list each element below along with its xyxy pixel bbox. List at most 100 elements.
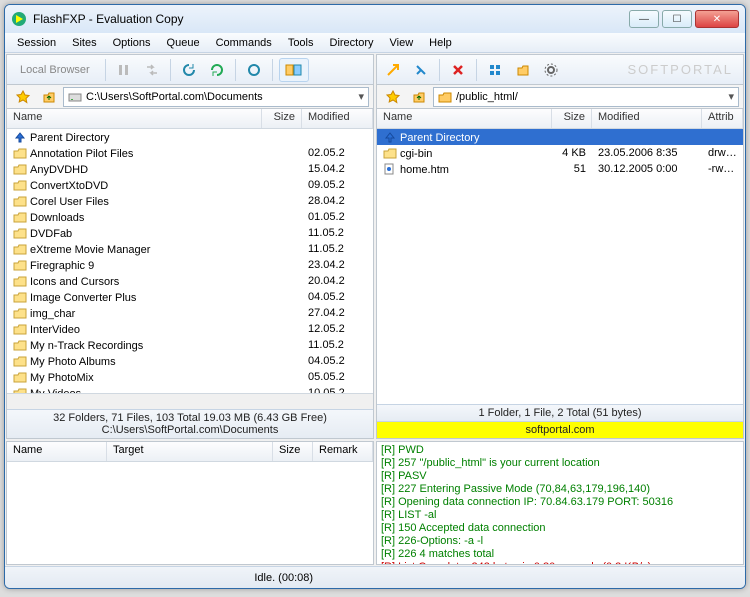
list-item[interactable]: img_char27.04.2 [7, 305, 373, 321]
menu-view[interactable]: View [382, 35, 422, 51]
list-item[interactable]: DVDFab11.05.2 [7, 225, 373, 241]
chevron-down-icon[interactable]: ▾ [358, 90, 364, 103]
window-title: FlashFXP - Evaluation Copy [33, 12, 626, 26]
refresh-right-icon[interactable] [205, 58, 229, 82]
list-item[interactable]: My Photo Albums04.05.2 [7, 353, 373, 369]
log-pane: [R] PWD[R] 257 "/public_html" is your cu… [376, 441, 744, 565]
col-size-r[interactable]: Size [552, 109, 592, 128]
col-name[interactable]: Name [7, 109, 262, 128]
compare-icon[interactable] [279, 58, 309, 82]
remote-toolbar: SOFTPORTAL [377, 55, 743, 85]
qcol-target[interactable]: Target [107, 442, 273, 461]
footer-idle: Idle. (00:08) [254, 572, 495, 584]
app-icon [11, 11, 27, 27]
list-item[interactable]: Icons and Cursors20.04.2 [7, 273, 373, 289]
list-item[interactable]: My n-Track Recordings11.05.2 [7, 337, 373, 353]
view-list-icon[interactable] [483, 58, 507, 82]
up-folder-icon[interactable] [37, 85, 61, 109]
menu-session[interactable]: Session [9, 35, 64, 51]
col-modified[interactable]: Modified [302, 109, 373, 128]
abort-icon[interactable] [446, 58, 470, 82]
drive-icon [68, 91, 82, 103]
remote-status1: 1 Folder, 1 File, 2 Total (51 bytes) [377, 404, 743, 421]
log-line: [R] 257 "/public_html" is your current l… [381, 457, 739, 470]
favorite-icon[interactable] [11, 85, 35, 109]
list-item[interactable]: Downloads01.05.2 [7, 209, 373, 225]
local-path-text: C:\Users\SoftPortal.com\Documents [86, 91, 263, 103]
col-size[interactable]: Size [262, 109, 302, 128]
newfolder-icon[interactable] [511, 58, 535, 82]
log-line: [R] LIST -al [381, 509, 739, 522]
watermark: SOFTPORTAL [567, 62, 739, 77]
refresh-left-icon[interactable] [177, 58, 201, 82]
log-line: [R] 226-Options: -a -l [381, 535, 739, 548]
list-item[interactable]: InterVideo12.05.2 [7, 321, 373, 337]
log-line: [R] PWD [381, 444, 739, 457]
up-remote-icon[interactable] [407, 85, 431, 109]
list-item[interactable]: cgi-bin4 KB23.05.2006 8:35drwxr-xr-x [377, 145, 743, 161]
list-item[interactable]: home.htm5130.12.2005 0:00-rw-r--r-- [377, 161, 743, 177]
local-status-line2: C:\Users\SoftPortal.com\Documents [13, 424, 367, 436]
titlebar[interactable]: FlashFXP - Evaluation Copy — ☐ ✕ [5, 5, 745, 33]
col-attrib-r[interactable]: Attrib [702, 109, 743, 128]
local-browser-button[interactable]: Local Browser [11, 58, 99, 82]
queue-header: Name Target Size Remark [7, 442, 373, 462]
maximize-button[interactable]: ☐ [662, 10, 692, 28]
list-item[interactable]: Image Converter Plus04.05.2 [7, 289, 373, 305]
log-line: [R] 227 Entering Passive Mode (70,84,63,… [381, 483, 739, 496]
list-item[interactable]: Corel User Files28.04.2 [7, 193, 373, 209]
parent-dir-row[interactable]: Parent Directory [377, 129, 743, 145]
local-list-header: Name Size Modified [7, 109, 373, 129]
log-line: [R] 226 4 matches total [381, 548, 739, 561]
remote-path-combo[interactable]: /public_html/ ▾ [433, 87, 739, 107]
local-file-list[interactable]: Parent DirectoryAnnotation Pilot Files02… [7, 129, 373, 393]
col-name-r[interactable]: Name [377, 109, 552, 128]
list-item[interactable]: My PhotoMix05.05.2 [7, 369, 373, 385]
remote-list-header: Name Size Modified Attrib [377, 109, 743, 129]
list-item[interactable]: My Videos10.05.2 [7, 385, 373, 393]
menu-commands[interactable]: Commands [208, 35, 280, 51]
menu-queue[interactable]: Queue [159, 35, 208, 51]
remote-path-text: /public_html/ [456, 91, 518, 103]
menu-options[interactable]: Options [105, 35, 159, 51]
pause-icon[interactable] [112, 58, 136, 82]
list-item[interactable]: eXtreme Movie Manager11.05.2 [7, 241, 373, 257]
menu-sites[interactable]: Sites [64, 35, 104, 51]
menu-help[interactable]: Help [421, 35, 460, 51]
remote-pane: SOFTPORTAL /public_html/ ▾ Name Size Mod… [376, 54, 744, 439]
local-path-combo[interactable]: C:\Users\SoftPortal.com\Documents ▾ [63, 87, 369, 107]
sync-icon[interactable] [242, 58, 266, 82]
list-item[interactable]: Annotation Pilot Files02.05.2 [7, 145, 373, 161]
chevron-down-remote-icon[interactable]: ▾ [728, 90, 734, 103]
col-modified-r[interactable]: Modified [592, 109, 702, 128]
favorite-remote-icon[interactable] [381, 85, 405, 109]
menu-tools[interactable]: Tools [280, 35, 322, 51]
queue-pane: Name Target Size Remark [6, 441, 374, 565]
qcol-name[interactable]: Name [7, 442, 107, 461]
local-hscroll[interactable] [7, 393, 373, 409]
close-button[interactable]: ✕ [695, 10, 739, 28]
remote-pathbar: /public_html/ ▾ [377, 85, 743, 109]
menu-directory[interactable]: Directory [322, 35, 382, 51]
remote-file-list[interactable]: Parent Directorycgi-bin4 KB23.05.2006 8:… [377, 129, 743, 404]
parent-dir-row[interactable]: Parent Directory [7, 129, 373, 145]
log-line: [R] PASV [381, 470, 739, 483]
local-pane: Local Browser [6, 54, 374, 439]
connect-icon[interactable] [381, 58, 405, 82]
local-status-line1: 32 Folders, 71 Files, 103 Total 19.03 MB… [13, 412, 367, 424]
disconnect-icon[interactable] [409, 58, 433, 82]
settings-icon[interactable] [539, 58, 563, 82]
remote-status2: softportal.com [377, 421, 743, 438]
transfer-icon[interactable] [140, 58, 164, 82]
qcol-size[interactable]: Size [273, 442, 313, 461]
footer-statusbar: Idle. (00:08) [5, 566, 745, 588]
local-status: 32 Folders, 71 Files, 103 Total 19.03 MB… [7, 409, 373, 438]
list-item[interactable]: AnyDVDHD15.04.2 [7, 161, 373, 177]
qcol-remark[interactable]: Remark [313, 442, 373, 461]
log-body[interactable]: [R] PWD[R] 257 "/public_html" is your cu… [377, 442, 743, 564]
minimize-button[interactable]: — [629, 10, 659, 28]
log-line: [R] Opening data connection IP: 70.84.63… [381, 496, 739, 509]
list-item[interactable]: ConvertXtoDVD09.05.2 [7, 177, 373, 193]
list-item[interactable]: Firegraphic 923.04.2 [7, 257, 373, 273]
queue-body[interactable] [7, 462, 373, 564]
